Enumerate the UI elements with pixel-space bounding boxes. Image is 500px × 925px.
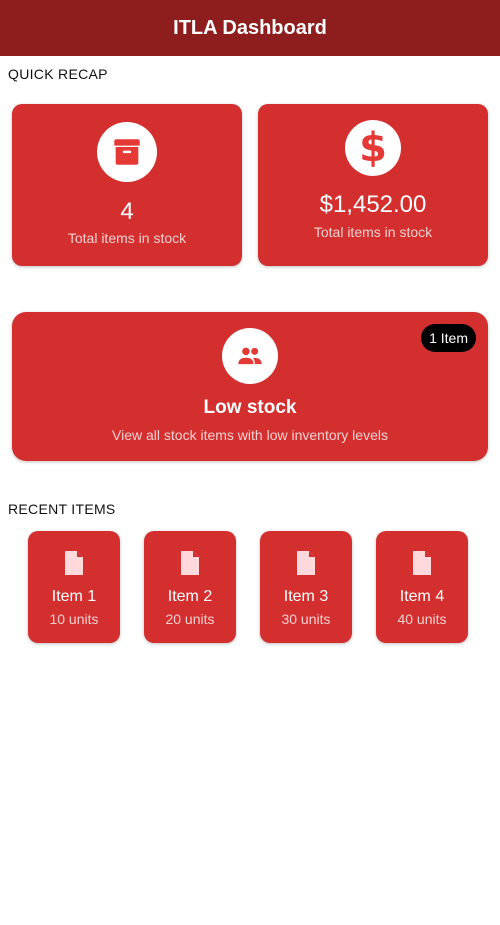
document-icon (65, 551, 83, 575)
people-icon (238, 347, 262, 365)
app-title: ITLA Dashboard (173, 16, 327, 39)
recent-item-name: Item 1 (51, 588, 97, 605)
people-icon-circle (222, 328, 278, 384)
total-value-card[interactable]: $ $1,452.00 Total items in stock (258, 104, 488, 266)
recent-items-heading: RECENT ITEMS (8, 501, 116, 517)
recent-item-card[interactable]: Item 4 40 units (376, 531, 468, 643)
dollar-icon: $ (359, 125, 387, 171)
quick-recap-heading: QUICK RECAP (8, 66, 108, 82)
low-stock-card[interactable]: 1 Item Low stock View all stock items wi… (12, 312, 488, 461)
recent-item-card[interactable]: Item 3 30 units (260, 531, 352, 643)
recent-item-name: Item 2 (167, 588, 213, 605)
document-icon (181, 551, 199, 575)
recent-item-units: 10 units (49, 611, 99, 627)
recent-item-card[interactable]: Item 2 20 units (144, 531, 236, 643)
total-stock-label: Total items in stock (67, 230, 187, 246)
total-stock-value: 4 (120, 198, 134, 225)
recent-item-units: 30 units (281, 611, 331, 627)
archive-icon (114, 139, 140, 165)
low-stock-title: Low stock (203, 397, 297, 418)
low-stock-count-badge: 1 Item (421, 324, 476, 352)
dollar-icon-circle: $ (345, 120, 401, 176)
total-value-amount: $1,452.00 (319, 191, 427, 218)
recent-item-name: Item 4 (399, 588, 445, 605)
recent-item-units: 40 units (397, 611, 447, 627)
archive-icon-circle (97, 122, 157, 182)
recent-item-card[interactable]: Item 1 10 units (28, 531, 120, 643)
dashboard-screen: ITLA Dashboard QUICK RECAP 4 Total items… (0, 0, 500, 925)
recent-item-units: 20 units (165, 611, 215, 627)
total-value-label: Total items in stock (313, 224, 433, 240)
recent-item-name: Item 3 (283, 588, 329, 605)
document-icon (297, 551, 315, 575)
app-bar: ITLA Dashboard (0, 0, 500, 56)
low-stock-description: View all stock items with low inventory … (112, 427, 388, 443)
document-icon (413, 551, 431, 575)
total-stock-card[interactable]: 4 Total items in stock (12, 104, 242, 266)
